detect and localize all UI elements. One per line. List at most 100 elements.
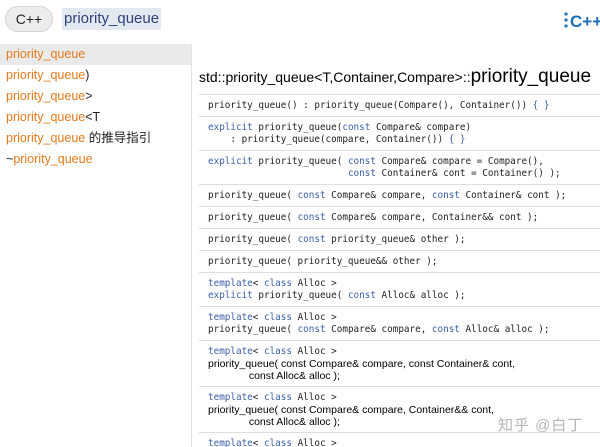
code-text: <	[252, 438, 264, 447]
declaration-row: priority_queue( const priority_queue& ot…	[199, 228, 600, 250]
code-text: Alloc >	[291, 278, 337, 289]
declaration-line: const Container& cont = Container() );	[208, 168, 600, 180]
code-text: Compare& compare, Container&& cont );	[325, 212, 539, 223]
code-keyword: template	[208, 312, 253, 323]
declaration-row: priority_queue( const Compare& compare, …	[199, 184, 600, 206]
declaration-line: priority_queue( const Compare& compare, …	[208, 212, 600, 224]
sidebar: priority_queue priority_queue) priority_qu…	[0, 44, 192, 447]
code-keyword: class	[263, 346, 292, 357]
code-keyword: const	[347, 156, 376, 167]
declaration-row: priority_queue( priority_queue&& other )…	[199, 250, 600, 272]
cpp-logo-icon[interactable]: C++	[560, 5, 600, 35]
sidebar-item[interactable]: priority_queue	[0, 44, 191, 65]
code-keyword: const	[297, 324, 326, 335]
code-keyword: template	[208, 392, 253, 403]
code-keyword: { }	[448, 134, 466, 145]
code-text: Alloc& alloc );	[375, 290, 466, 301]
declaration-line: const Alloc& alloc );	[208, 370, 600, 382]
code-text: Alloc >	[291, 346, 337, 357]
code-text: Container& cont );	[459, 190, 567, 201]
code-text: const Alloc& alloc );	[208, 416, 340, 428]
code-keyword: const	[297, 234, 326, 245]
sidebar-item-highlight: priority_queue	[6, 47, 86, 61]
code-text: priority_queue(	[252, 122, 343, 133]
code-text: : priority_queue(compare, Container())	[208, 134, 449, 145]
code-text: priority_queue(	[252, 290, 348, 301]
language-button[interactable]: C++	[5, 6, 53, 32]
declaration-line: template< class Alloc >	[208, 346, 600, 358]
code-text: Alloc >	[291, 392, 337, 403]
code-text: const Alloc& alloc );	[208, 370, 340, 382]
declaration-line: template< class Alloc >	[208, 278, 600, 290]
code-keyword: class	[263, 438, 292, 447]
code-text: priority_queue( priority_queue&& other )…	[208, 256, 438, 267]
code-text: priority_queue(	[208, 190, 298, 201]
code-keyword: class	[263, 312, 292, 323]
code-text: Alloc& alloc );	[459, 324, 550, 335]
declaration-line: template< class Alloc >	[208, 438, 600, 447]
code-text: Compare& compare,	[325, 324, 432, 335]
sidebar-item-label: )	[85, 68, 90, 82]
declaration-row: priority_queue() : priority_queue(Compar…	[199, 94, 600, 116]
logo-text: C++	[570, 12, 600, 31]
declaration-row: explicit priority_queue(const Compare& c…	[199, 116, 600, 150]
title-prefix: std::priority_queue<T,Container,Compare>…	[199, 69, 471, 85]
declaration-row: template< class Alloc >priority_queue( c…	[199, 306, 600, 340]
code-keyword: explicit	[208, 122, 253, 133]
declaration-row: explicit priority_queue( const Compare& …	[199, 150, 600, 184]
sidebar-item-highlight: priority_queue	[6, 131, 86, 145]
sidebar-item[interactable]: priority_queue<T	[0, 107, 191, 128]
sidebar-item-highlight: priority_queue	[6, 89, 86, 103]
code-keyword: { }	[532, 100, 550, 111]
declaration-line: priority_queue( const priority_queue& ot…	[208, 234, 600, 246]
declaration-row: template< class Alloc >priority_queue( c…	[199, 340, 600, 386]
code-keyword: const	[297, 190, 326, 201]
code-text: Compare& compare,	[325, 190, 432, 201]
code-text: <	[252, 392, 264, 403]
declaration-line: template< class Alloc >	[208, 392, 600, 404]
code-keyword: template	[208, 438, 253, 447]
sidebar-item-highlight: priority_queue	[13, 152, 93, 166]
declaration-row: priority_queue( const Compare& compare, …	[199, 206, 600, 228]
code-text: Alloc >	[291, 312, 337, 323]
declaration-row: template< class Alloc > explicit priority…	[199, 272, 600, 306]
code-text: Alloc >	[291, 438, 337, 447]
code-text: Compare& compare)	[370, 122, 472, 133]
code-keyword: template	[208, 278, 253, 289]
code-text: priority_queue(	[252, 156, 348, 167]
code-keyword: const	[431, 324, 460, 335]
sidebar-item-label: >	[85, 89, 93, 103]
declaration-line: template< class Alloc >	[208, 312, 600, 324]
code-keyword: template	[208, 346, 253, 357]
code-text: priority_queue( const Compare& compare, …	[208, 404, 494, 416]
sidebar-item[interactable]: priority_queue)	[0, 65, 191, 86]
code-keyword: const	[342, 122, 371, 133]
code-keyword: const	[347, 168, 376, 179]
sidebar-item-label: <T	[85, 110, 101, 124]
sidebar-item-label: 的推导指引	[85, 131, 152, 145]
code-keyword: class	[263, 278, 292, 289]
sidebar-item[interactable]: priority_queue>	[0, 86, 191, 107]
sidebar-item-highlight: priority_queue	[6, 68, 86, 82]
title-name: priority_queue	[470, 66, 592, 87]
code-text: priority_queue& other );	[325, 234, 466, 245]
declaration-list: priority_queue() : priority_queue(Compar…	[199, 94, 600, 447]
declaration-line: priority_queue( const Compare& compare, …	[208, 358, 600, 370]
declaration-line: explicit priority_queue(const Compare& c…	[208, 122, 600, 134]
code-text: <	[252, 278, 264, 289]
code-text: priority_queue() : priority_queue(Compar…	[208, 100, 533, 111]
sidebar-item-highlight: priority_queue	[6, 110, 86, 124]
declaration-line: priority_queue( const Compare& compare, …	[208, 190, 600, 202]
main-content: std::priority_queue<T,Container,Compare>…	[193, 44, 600, 447]
search-input[interactable]: priority_queue	[62, 8, 162, 30]
code-text: Container& cont = Container() );	[375, 168, 561, 179]
declaration-line: priority_queue( const Compare& compare, …	[208, 324, 600, 336]
code-text: priority_queue(	[208, 234, 298, 245]
code-text: priority_queue(	[208, 324, 298, 335]
sidebar-item[interactable]: ~priority_queue	[0, 149, 191, 170]
sidebar-item[interactable]: priority_queue 的推导指引	[0, 128, 191, 149]
declaration-line: explicit priority_queue( const Alloc& al…	[208, 290, 600, 302]
code-keyword: const	[297, 212, 326, 223]
declaration-line: priority_queue( priority_queue&& other )…	[208, 256, 600, 268]
